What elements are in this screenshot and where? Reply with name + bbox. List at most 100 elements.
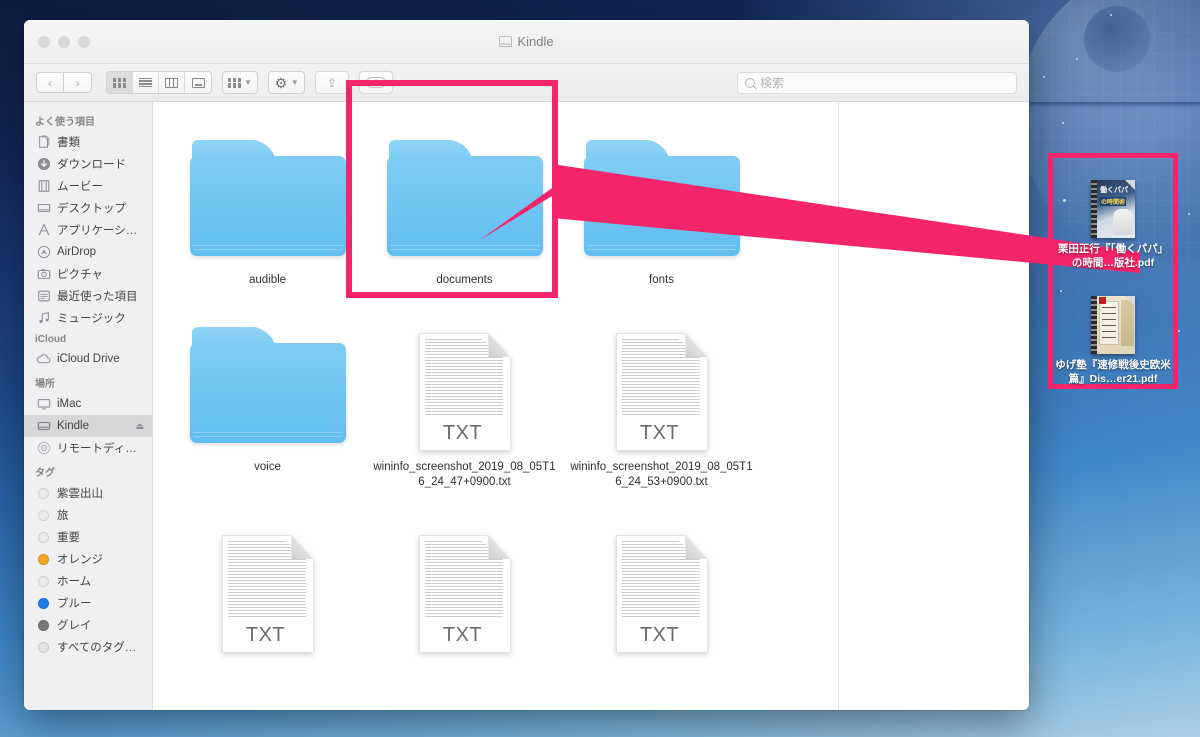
file-label: documents	[436, 274, 493, 286]
star	[1060, 290, 1062, 292]
book-spine	[1091, 180, 1097, 238]
sidebar-item-pictures[interactable]: ピクチャ	[24, 263, 152, 285]
search-input[interactable]	[760, 75, 1009, 90]
sidebar-item-label: オレンジ	[57, 554, 103, 566]
tags-button[interactable]	[358, 71, 393, 94]
grid-icon	[113, 77, 126, 88]
list-view-button[interactable]	[133, 72, 159, 93]
cover-title-line: 働くパパ	[1100, 187, 1128, 194]
zoom-button[interactable]	[78, 35, 90, 48]
file-extension-label: TXT	[245, 623, 286, 646]
cover-side-panel	[1121, 300, 1134, 346]
sidebar-tag-important[interactable]: 重要	[24, 526, 152, 548]
sidebar-item-movies[interactable]: ムービー	[24, 175, 152, 197]
column-view-button[interactable]	[159, 72, 185, 93]
eject-icon[interactable]: ⏏	[135, 421, 144, 432]
movies-icon	[36, 179, 51, 194]
file-item-voice[interactable]: voice	[169, 303, 366, 491]
arrange-button[interactable]: ▼	[222, 71, 258, 94]
cover-badge	[1099, 297, 1106, 304]
sidebar-tag-orange[interactable]: オレンジ	[24, 548, 152, 570]
cover-flow-view-button[interactable]	[185, 72, 211, 93]
sidebar-item-label: ダウンロード	[57, 159, 126, 171]
forward-button[interactable]: ›	[64, 72, 92, 93]
window-body: よく使う項目 書類 ダウンロード ムービー デスクトップ アプリケーション Ai…	[24, 102, 1029, 710]
traffic-lights[interactable]	[38, 35, 90, 48]
sidebar-tag-blue[interactable]: ブルー	[24, 592, 152, 614]
sidebar-item-desktop[interactable]: デスクトップ	[24, 197, 152, 219]
finder-window[interactable]: Kindle ‹ › ▼ ⚙ ▼ ⇪ 検索 よく使う項目 書類 ダウンロード ム…	[24, 20, 1029, 710]
tag-dot-icon	[36, 530, 51, 545]
sidebar-item-remote-disc[interactable]: リモートディスク	[24, 437, 152, 459]
finder-toolbar[interactable]: ‹ › ▼ ⚙ ▼ ⇪ 検索	[24, 64, 1029, 102]
chevron-down-icon: ▼	[290, 78, 299, 87]
sidebar-item-label: ピクチャ	[57, 269, 103, 281]
navigation-buttons[interactable]: ‹ ›	[36, 72, 92, 93]
sidebar-item-label: リモートディスク	[57, 443, 144, 455]
file-item-txt-1[interactable]: TXT wininfo_screenshot_2019_08_05T16_24_…	[366, 303, 563, 491]
file-item-fonts[interactable]: fonts	[563, 116, 760, 289]
applications-icon	[36, 223, 51, 238]
disk-icon	[499, 36, 513, 47]
search-icon	[745, 77, 755, 88]
desktop-file-2[interactable]: ゆげ塾『速修戦後史欧米篇』Dis…er21.pdf	[1053, 296, 1173, 387]
action-button[interactable]: ⚙ ▼	[267, 71, 305, 94]
search-field[interactable]	[737, 71, 1017, 94]
desktop: Kindle ‹ › ▼ ⚙ ▼ ⇪ 検索 よく使う項目 書類 ダウンロード ム…	[0, 0, 1200, 737]
sidebar-item-kindle[interactable]: Kindle ⏏	[24, 415, 152, 437]
file-grid-area[interactable]: audible documents fonts voice TXT wininf…	[153, 102, 1029, 710]
share-icon: ⇪	[326, 75, 337, 90]
sidebar-item-icloud-drive[interactable]: iCloud Drive	[24, 348, 152, 370]
desktop-file-1[interactable]: 働くパパ の時間術 栗田正行『「働くパパ」の時間…版社.pdf	[1053, 180, 1173, 271]
pdf-thumbnail: 働くパパ の時間術	[1091, 180, 1135, 238]
file-item-txt-3[interactable]: TXT	[169, 505, 366, 662]
documents-icon	[36, 135, 51, 150]
sidebar[interactable]: よく使う項目 書類 ダウンロード ムービー デスクトップ アプリケーション Ai…	[24, 102, 153, 710]
cloud-icon	[36, 352, 51, 367]
desktop-file-label: 栗田正行『「働くパパ」の時間…版社.pdf	[1057, 243, 1169, 269]
window-titlebar[interactable]: Kindle	[24, 20, 1029, 64]
sidebar-item-music[interactable]: ミュージック	[24, 307, 152, 329]
chevron-down-icon: ▼	[244, 78, 252, 87]
tag-dot-icon	[36, 574, 51, 589]
share-button[interactable]: ⇪	[314, 71, 349, 94]
sidebar-tag-shiunshutsuzan[interactable]: 紫雲出山	[24, 482, 152, 504]
window-title-text: Kindle	[517, 34, 554, 49]
txt-file-icon: TXT	[582, 517, 742, 653]
file-label: voice	[254, 460, 281, 473]
file-extension-label: TXT	[639, 623, 680, 646]
file-label: audible	[248, 274, 287, 286]
close-button[interactable]	[38, 35, 50, 48]
sidebar-item-label: AirDrop	[57, 246, 96, 258]
sidebar-item-documents[interactable]: 書類	[24, 131, 152, 153]
file-item-txt-2[interactable]: TXT wininfo_screenshot_2019_08_05T16_24_…	[563, 303, 760, 491]
file-item-audible[interactable]: audible	[169, 116, 366, 289]
back-button[interactable]: ‹	[36, 72, 64, 93]
minimize-button[interactable]	[58, 35, 70, 48]
sidebar-tag-home[interactable]: ホーム	[24, 570, 152, 592]
file-item-txt-5[interactable]: TXT	[563, 505, 760, 662]
folder-icon	[385, 128, 545, 264]
icon-view-button[interactable]	[107, 72, 133, 93]
search-container[interactable]	[737, 71, 1017, 94]
view-mode-segmented-control[interactable]	[106, 71, 212, 94]
file-label: wininfo_screenshot_2019_08_05T16_24_47+0…	[373, 460, 556, 489]
file-extension-label: TXT	[442, 623, 483, 646]
gear-icon: ⚙	[274, 74, 288, 91]
sidebar-item-airdrop[interactable]: AirDrop	[24, 241, 152, 263]
sidebar-tag-gray[interactable]: グレイ	[24, 614, 152, 636]
sidebar-item-recents[interactable]: 最近使った項目	[24, 285, 152, 307]
downloads-icon	[36, 157, 51, 172]
sidebar-item-downloads[interactable]: ダウンロード	[24, 153, 152, 175]
sidebar-item-imac[interactable]: iMac	[24, 393, 152, 415]
file-item-txt-4[interactable]: TXT	[366, 505, 563, 662]
sidebar-tag-all-tags[interactable]: すべてのタグ…	[24, 636, 152, 658]
tag-icon	[365, 77, 386, 88]
sidebar-item-applications[interactable]: アプリケーション	[24, 219, 152, 241]
sidebar-item-label: 最近使った項目	[57, 291, 138, 303]
list-icon	[139, 77, 152, 88]
sidebar-tag-travel[interactable]: 旅	[24, 504, 152, 526]
sidebar-header-icloud: iCloud	[35, 334, 67, 345]
file-item-documents[interactable]: documents	[366, 116, 563, 289]
sidebar-item-label: 重要	[57, 532, 80, 544]
